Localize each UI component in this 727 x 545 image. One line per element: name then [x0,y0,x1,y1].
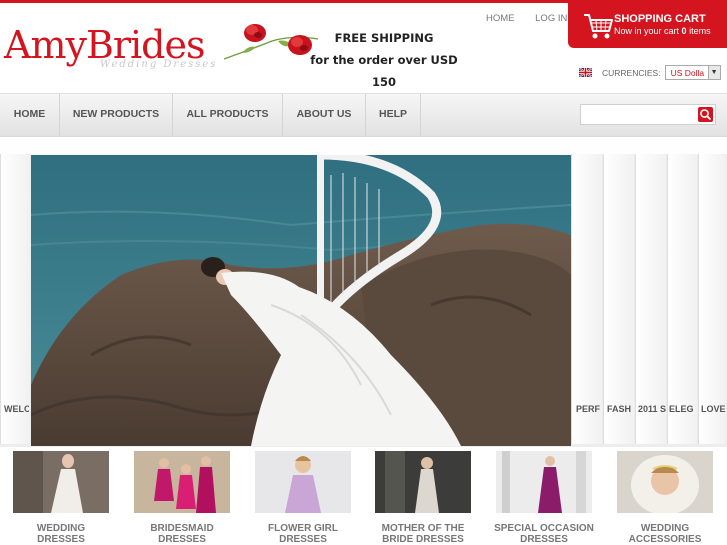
slider-panel-2011[interactable] [635,154,667,444]
slider-label-fash[interactable]: FASH [607,404,634,414]
cart-prefix: Now in your cart [614,26,680,36]
category-label: WEDDING ACCESSORIES [605,523,725,545]
category-label: SPECIAL OCCASION DRESSES [484,523,604,545]
category-label-line-1: WEDDING [640,523,690,534]
category-label-line-1: SPECIAL OCCASION [494,523,594,534]
category-thumbnail [255,451,351,513]
slider-label-welcome[interactable]: WELCO [4,404,29,414]
category-label: FLOWER GIRL DRESSES [243,523,363,545]
category-label-line-1: WEDDING [36,523,86,534]
category-label-line-1: BRIDESMAID [150,523,214,534]
nav-about-us[interactable]: ABOUT US [283,94,366,136]
slider-panel-fash[interactable] [603,154,635,444]
category-label: BRIDESMAID DRESSES [122,523,242,545]
category-label-line-2: ACCESSORIES [628,534,702,545]
search-icon [700,109,712,121]
promo-line-2: for the order over USD 150 [310,53,458,89]
category-label-line-2: BRIDE DRESSES [382,534,464,545]
shopping-cart[interactable]: SHOPPING CART Now in your cart 0 items [568,3,727,48]
category-label-line-2: DRESSES [520,534,568,545]
banner-image[interactable] [31,155,571,446]
nav-all-products[interactable]: ALL PRODUCTS [173,94,283,136]
currency-selector: CURRENCIES: US Dolla ▼ [579,65,721,80]
cart-title: SHOPPING CART [614,13,706,25]
cart-status: Now in your cart 0 items [614,26,711,36]
currency-dropdown[interactable]: US Dolla ▼ [664,65,721,80]
nav-new-products[interactable]: NEW PRODUCTS [60,94,173,136]
logo[interactable]: AmyBrides Wedding Dresses [4,23,224,75]
category-thumbnail [13,451,109,513]
page: AmyBrides Wedding Dresses FREE SHIPPING … [0,0,727,545]
category-thumbnail [617,451,713,513]
bride-on-rocks-image [31,155,571,446]
top-link-login[interactable]: LOG IN [535,13,567,24]
top-link-home[interactable]: HOME [486,13,515,24]
currency-value: US Dolla [670,67,705,78]
slider-label-eleg[interactable]: ELEG [669,404,697,414]
cart-icon [584,14,613,39]
nav-home[interactable]: HOME [0,94,60,136]
main-nav: HOME NEW PRODUCTS ALL PRODUCTS ABOUT US … [0,93,727,137]
category-label-line-2: DRESSES [279,534,327,545]
chevron-down-icon[interactable]: ▼ [707,66,720,79]
slider-label-2011[interactable]: 2011 S [638,404,667,414]
cart-count: 0 [681,26,687,36]
slider-panel-perf[interactable] [571,154,603,444]
category-label-line-1: MOTHER OF THE [381,523,465,534]
banner-slider [0,138,727,447]
category-label: WEDDING DRESSES [1,523,121,545]
slider-panel-welcome[interactable] [0,154,31,444]
category-thumbnail [134,451,230,513]
promo-line-1: FREE SHIPPING [334,31,434,45]
logo-tagline: Wedding Dresses [100,59,218,70]
category-thumbnail [496,451,592,513]
free-shipping-promo: FREE SHIPPING for the order over USD 150 [304,27,464,93]
uk-flag-icon [579,68,592,77]
currency-label: CURRENCIES: [602,67,661,78]
slider-label-perf[interactable]: PERF [576,404,603,414]
category-label: MOTHER OF THE BRIDE DRESSES [363,523,483,545]
search-box [580,104,716,125]
cart-suffix: items [689,26,711,36]
category-label-line-1: FLOWER GIRL [268,523,338,534]
category-strip: WEDDING DRESSES BRIDESMAID DRESSES FLOWE… [0,447,727,545]
nav-help[interactable]: HELP [366,94,421,136]
slider-panel-eleg[interactable] [667,154,698,444]
category-label-line-2: DRESSES [158,534,206,545]
search-input[interactable] [581,105,695,124]
category-thumbnail [375,451,471,513]
slider-label-love[interactable]: LOVE [701,404,727,414]
search-button[interactable] [698,107,713,122]
slider-panel-love[interactable] [698,154,727,444]
category-label-line-2: DRESSES [37,534,85,545]
